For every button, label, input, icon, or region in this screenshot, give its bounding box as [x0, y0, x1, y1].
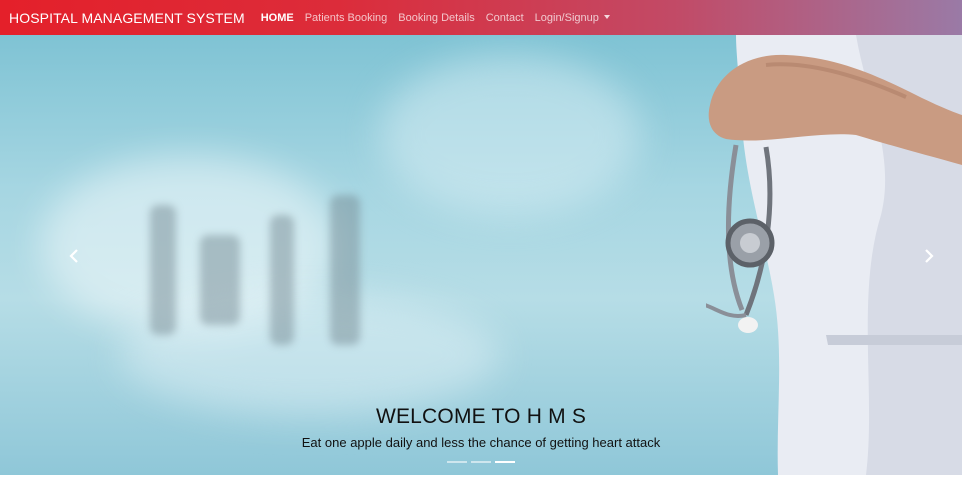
nav-patients-booking[interactable]: Patients Booking	[305, 12, 388, 24]
nav-login-signup-label: Login/Signup	[534, 11, 599, 24]
blurred-person	[200, 235, 240, 325]
carousel-indicator-3[interactable]	[495, 461, 515, 463]
carousel-next-control[interactable]	[916, 241, 942, 271]
blurred-person	[150, 205, 176, 335]
chevron-left-icon	[69, 249, 78, 263]
carousel-prev-control[interactable]	[61, 241, 87, 271]
nav-links: HOME Patients Booking Booking Details Co…	[261, 12, 621, 24]
background-blur-light	[380, 55, 640, 215]
nav-booking-details[interactable]: Booking Details	[398, 12, 474, 24]
brand-title[interactable]: HOSPITAL MANAGEMENT SYSTEM	[9, 10, 245, 26]
carousel-caption-title: WELCOME TO H M S	[375, 405, 587, 428]
caret-down-icon	[603, 14, 610, 19]
chevron-right-icon	[925, 249, 934, 263]
background-blur-light	[120, 295, 500, 415]
hero-carousel: WELCOME TO H M S Eat one apple daily and…	[0, 35, 962, 475]
blurred-person	[270, 215, 294, 345]
carousel-indicator-1[interactable]	[447, 461, 467, 463]
nav-home[interactable]: HOME	[261, 12, 294, 24]
carousel-caption-text: Eat one apple daily and less the chance …	[301, 435, 661, 450]
nav-login-signup-dropdown[interactable]: Login/Signup	[535, 12, 610, 24]
nav-contact[interactable]: Contact	[486, 12, 524, 24]
blurred-person	[330, 195, 360, 345]
carousel-indicators	[0, 461, 962, 463]
carousel-indicator-2[interactable]	[471, 461, 491, 463]
navbar: HOSPITAL MANAGEMENT SYSTEM HOME Patients…	[0, 0, 962, 35]
